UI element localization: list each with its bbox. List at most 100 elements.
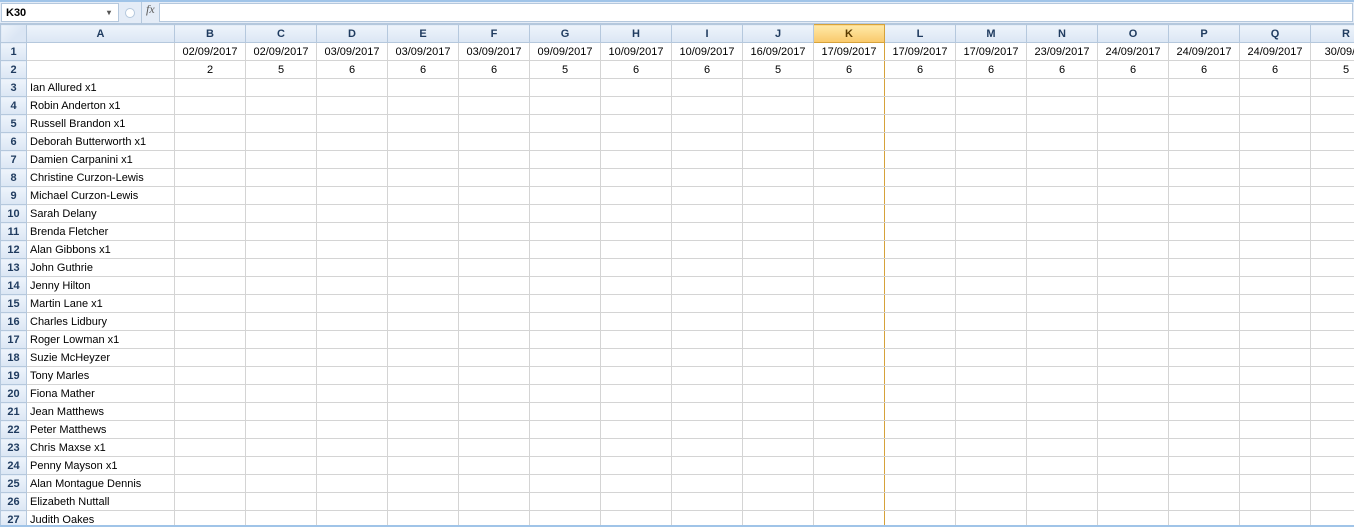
cell[interactable] (814, 313, 885, 331)
cell[interactable] (175, 115, 246, 133)
cell[interactable] (1098, 205, 1169, 223)
cell[interactable] (317, 439, 388, 457)
cell[interactable] (885, 313, 956, 331)
cell[interactable] (1098, 403, 1169, 421)
cell[interactable] (601, 493, 672, 511)
formula-expand-icon[interactable] (125, 8, 135, 18)
cell[interactable] (388, 223, 459, 241)
cell[interactable] (175, 367, 246, 385)
cell[interactable] (1098, 439, 1169, 457)
cell[interactable]: 6 (388, 61, 459, 79)
cell[interactable] (317, 151, 388, 169)
grid-area[interactable]: A B C D E F G H I J K L M N O (0, 24, 1354, 525)
cell[interactable] (1027, 205, 1098, 223)
cell[interactable] (743, 205, 814, 223)
cell[interactable]: 5 (1311, 61, 1354, 79)
cell[interactable] (317, 79, 388, 97)
cell[interactable] (1240, 493, 1311, 511)
cell[interactable] (1027, 151, 1098, 169)
cell[interactable] (1311, 79, 1354, 97)
cell[interactable]: 2 (175, 61, 246, 79)
column-header[interactable]: J (743, 25, 814, 43)
cell[interactable] (885, 223, 956, 241)
cell[interactable] (530, 295, 601, 313)
cell[interactable]: 23/09/2017 (1027, 43, 1098, 61)
cell[interactable] (530, 493, 601, 511)
cell[interactable] (459, 367, 530, 385)
row-header[interactable]: 18 (1, 349, 27, 367)
cell[interactable] (246, 223, 317, 241)
cell[interactable]: Robin Anderton x1 (27, 97, 175, 115)
cell[interactable] (530, 475, 601, 493)
cell[interactable] (317, 457, 388, 475)
cell[interactable] (246, 241, 317, 259)
cell[interactable] (317, 403, 388, 421)
cell[interactable] (956, 259, 1027, 277)
cell[interactable] (530, 421, 601, 439)
cell[interactable] (388, 187, 459, 205)
column-header[interactable]: N (1027, 25, 1098, 43)
cell[interactable] (1098, 385, 1169, 403)
cell[interactable] (1098, 295, 1169, 313)
cell[interactable] (885, 475, 956, 493)
cell[interactable] (956, 115, 1027, 133)
cell[interactable] (672, 241, 743, 259)
cell[interactable] (175, 241, 246, 259)
row-header[interactable]: 22 (1, 421, 27, 439)
cell[interactable] (956, 151, 1027, 169)
cell[interactable] (743, 241, 814, 259)
cell[interactable] (885, 187, 956, 205)
cell[interactable] (317, 115, 388, 133)
cell[interactable]: Suzie McHeyzer (27, 349, 175, 367)
cell[interactable] (601, 475, 672, 493)
cell[interactable]: 6 (459, 61, 530, 79)
column-header[interactable]: G (530, 25, 601, 43)
cell[interactable]: 02/09/2017 (246, 43, 317, 61)
row-header[interactable]: 27 (1, 511, 27, 526)
cell[interactable] (530, 259, 601, 277)
cell[interactable] (956, 511, 1027, 526)
cell[interactable] (1311, 169, 1354, 187)
cell[interactable] (885, 331, 956, 349)
cell[interactable] (317, 169, 388, 187)
cell[interactable] (388, 457, 459, 475)
cell[interactable] (246, 403, 317, 421)
cell[interactable] (459, 259, 530, 277)
cell[interactable]: 03/09/2017 (317, 43, 388, 61)
row-header[interactable]: 24 (1, 457, 27, 475)
cell[interactable] (459, 169, 530, 187)
cell[interactable]: 6 (814, 61, 885, 79)
cell[interactable] (1311, 475, 1354, 493)
cell[interactable] (956, 79, 1027, 97)
cell[interactable] (814, 241, 885, 259)
cell[interactable] (317, 223, 388, 241)
cell[interactable] (459, 115, 530, 133)
row-header[interactable]: 10 (1, 205, 27, 223)
cell[interactable] (885, 241, 956, 259)
cell[interactable]: Christine Curzon-Lewis (27, 169, 175, 187)
cell[interactable] (1169, 295, 1240, 313)
cell[interactable] (956, 493, 1027, 511)
cell[interactable] (956, 97, 1027, 115)
cell[interactable] (388, 403, 459, 421)
cell[interactable] (459, 205, 530, 223)
cell[interactable] (459, 151, 530, 169)
cell[interactable] (1240, 313, 1311, 331)
cell[interactable] (388, 421, 459, 439)
cell[interactable] (1311, 385, 1354, 403)
cell[interactable] (672, 295, 743, 313)
cell[interactable] (388, 439, 459, 457)
cell[interactable] (1027, 385, 1098, 403)
cell[interactable]: 17/09/2017 (814, 43, 885, 61)
column-header[interactable]: L (885, 25, 956, 43)
cell[interactable]: Judith Oakes (27, 511, 175, 526)
cell[interactable] (601, 223, 672, 241)
cell[interactable] (317, 133, 388, 151)
cell[interactable] (601, 385, 672, 403)
cell[interactable] (885, 295, 956, 313)
row-header[interactable]: 20 (1, 385, 27, 403)
cell[interactable] (743, 457, 814, 475)
cell[interactable] (530, 511, 601, 526)
cell[interactable] (175, 259, 246, 277)
cell[interactable] (1027, 259, 1098, 277)
